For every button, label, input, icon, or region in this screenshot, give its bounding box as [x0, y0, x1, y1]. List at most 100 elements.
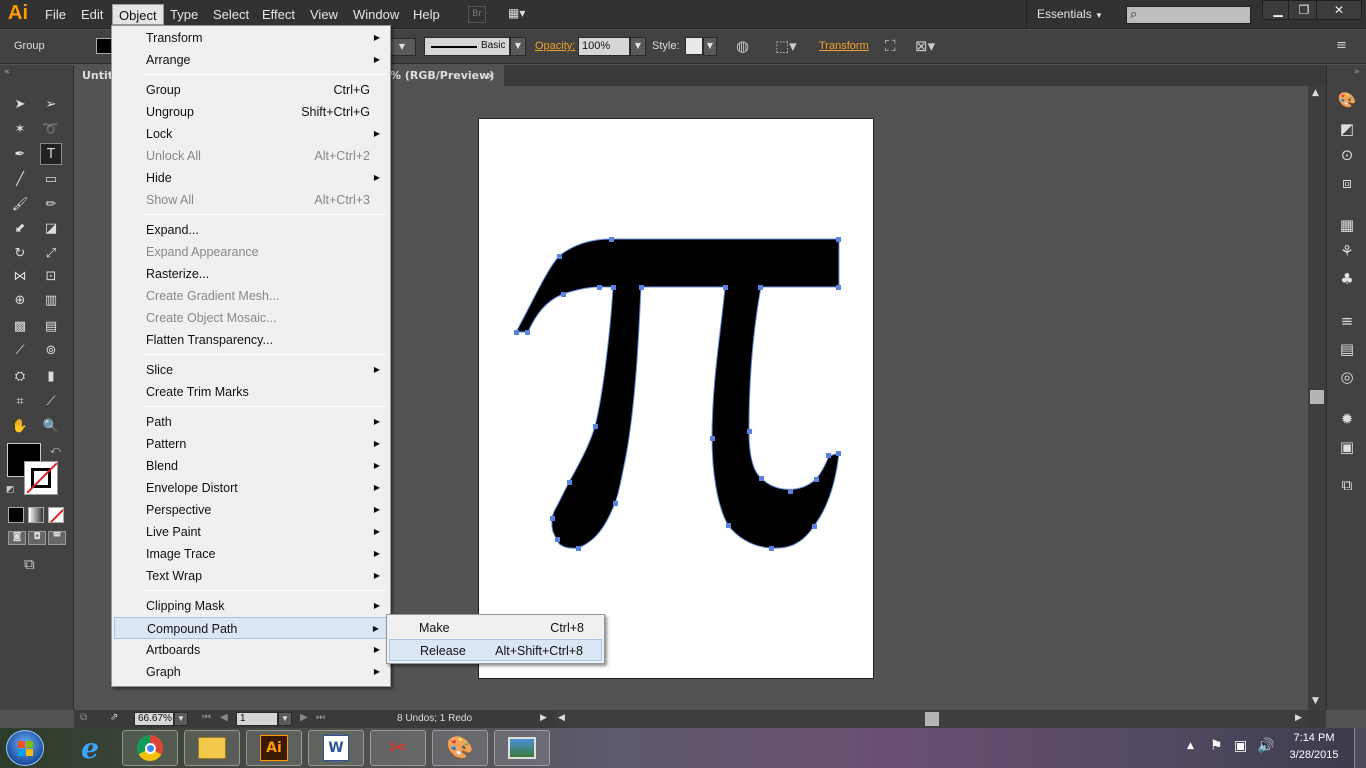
menu-item-flatten-transparency[interactable]: Flatten Transparency...: [114, 329, 388, 351]
menu-window[interactable]: Window: [347, 4, 405, 25]
show-desktop-button[interactable]: [1354, 728, 1366, 768]
paint-icon[interactable]: 🎨: [432, 730, 488, 766]
menu-item-expand[interactable]: Expand...: [114, 219, 388, 241]
menu-item-transform[interactable]: Transform ▶: [114, 27, 388, 49]
menu-edit[interactable]: Edit: [75, 4, 109, 25]
menu-item-path[interactable]: Path ▶: [114, 411, 388, 433]
start-button-icon[interactable]: [6, 730, 44, 766]
stroke-style-field[interactable]: Basic: [424, 37, 510, 56]
column-graph-tool-icon[interactable]: ▮: [40, 365, 62, 387]
last-artboard-icon[interactable]: ⏭: [316, 712, 325, 723]
control-panel-menu-icon[interactable]: ≡: [1336, 38, 1347, 53]
file-explorer-icon[interactable]: [184, 730, 240, 766]
menu-item-envelope-distort[interactable]: Envelope Distort ▶: [114, 477, 388, 499]
menu-object[interactable]: Object: [112, 4, 164, 25]
menu-item-text-wrap[interactable]: Text Wrap ▶: [114, 565, 388, 587]
mesh-tool-icon[interactable]: ▩: [9, 315, 31, 337]
scroll-down-icon[interactable]: ▼: [1312, 696, 1319, 706]
menu-item-ungroup[interactable]: Ungroup Shift+Ctrl+G: [114, 101, 388, 123]
width-tool-icon[interactable]: ⋈: [9, 265, 31, 287]
direct-selection-tool-icon[interactable]: ➢: [40, 93, 62, 115]
gradient-tool-icon[interactable]: ▤: [40, 315, 62, 337]
menu-help[interactable]: Help: [407, 4, 446, 25]
submenu-item-make[interactable]: Make Ctrl+8: [389, 617, 602, 639]
arrange-documents-icon[interactable]: ▦▾: [508, 6, 536, 23]
gradient-panel-icon[interactable]: ▤: [1337, 339, 1357, 359]
photo-viewer-icon[interactable]: [494, 730, 550, 766]
pathfinder-icon[interactable]: ⧉: [1337, 475, 1357, 495]
vertical-scrollbar[interactable]: ▲ ▼: [1308, 86, 1326, 710]
menu-item-pattern[interactable]: Pattern ▶: [114, 433, 388, 455]
artboard-dropdown[interactable]: ▼: [278, 712, 292, 726]
next-artboard-icon[interactable]: ▶: [300, 712, 308, 723]
zoom-dropdown[interactable]: ▼: [174, 712, 188, 726]
menu-item-slice[interactable]: Slice ▶: [114, 359, 388, 381]
paintbrush-tool-icon[interactable]: 🖌: [9, 193, 31, 215]
artboard[interactable]: [478, 118, 874, 679]
lasso-tool-icon[interactable]: ➰: [40, 118, 62, 140]
slice-tool-icon[interactable]: ⟋: [40, 390, 62, 412]
menu-item-lock[interactable]: Lock ▶: [114, 123, 388, 145]
horizontal-scroll-thumb[interactable]: [925, 712, 939, 726]
vertical-scroll-thumb[interactable]: [1310, 390, 1324, 404]
perspective-grid-tool-icon[interactable]: ▥: [40, 289, 62, 311]
scroll-up-icon[interactable]: ▲: [1312, 88, 1319, 98]
status-menu-icon[interactable]: ▶: [540, 712, 547, 723]
selection-tool-icon[interactable]: ➤: [9, 93, 31, 115]
artboard-number-field[interactable]: 1: [236, 712, 278, 726]
menu-item-arrange[interactable]: Arrange ▶: [114, 49, 388, 71]
menu-item-blend[interactable]: Blend ▶: [114, 455, 388, 477]
menu-item-rasterize[interactable]: Rasterize...: [114, 263, 388, 285]
illustrator-taskbar-icon[interactable]: Ai: [246, 730, 302, 766]
menu-item-compound-path[interactable]: Compound Path ▶: [114, 617, 388, 639]
show-hidden-icons-icon[interactable]: ▲: [1187, 741, 1194, 751]
rectangle-tool-icon[interactable]: ▭: [40, 168, 62, 190]
none-mode-icon[interactable]: [48, 507, 64, 523]
opacity-dropdown[interactable]: ▼: [630, 37, 646, 56]
network-icon[interactable]: ▣: [1234, 738, 1247, 754]
menu-view[interactable]: View: [304, 4, 344, 25]
align-to-icon[interactable]: ⬚▾: [775, 37, 797, 55]
draw-inside-icon[interactable]: ◚: [48, 531, 66, 545]
volume-icon[interactable]: 🔊: [1257, 738, 1274, 754]
draw-behind-icon[interactable]: ◘: [28, 531, 46, 545]
screen-mode-icon[interactable]: ⧉: [24, 555, 35, 573]
menu-item-image-trace[interactable]: Image Trace ▶: [114, 543, 388, 565]
arrange-options-icon[interactable]: ⊠▾: [915, 37, 935, 55]
recolor-artwork-icon[interactable]: ◍: [736, 37, 749, 55]
opacity-label[interactable]: Opacity:: [535, 40, 575, 52]
snipping-tool-icon[interactable]: ✂: [370, 730, 426, 766]
menu-item-hide[interactable]: Hide ▶: [114, 167, 388, 189]
close-tab-icon[interactable]: ×: [486, 65, 495, 86]
submenu-item-release[interactable]: Release Alt+Shift+Ctrl+8: [389, 639, 602, 661]
swap-colors-icon[interactable]: ⤺: [50, 445, 61, 456]
blend-tool-icon[interactable]: ⊚: [40, 339, 62, 361]
pen-tool-icon[interactable]: ✒: [9, 143, 31, 165]
layers-panel-icon[interactable]: ⧈: [1337, 173, 1357, 193]
scroll-right-icon[interactable]: ▶: [1295, 713, 1302, 723]
word-icon[interactable]: W: [308, 730, 364, 766]
hand-tool-icon[interactable]: ✋: [9, 415, 31, 437]
scroll-left-icon[interactable]: ◀: [558, 713, 565, 723]
clock-time[interactable]: 7:14 PM: [1284, 732, 1344, 744]
stroke-panel-icon[interactable]: ≡: [1337, 311, 1357, 331]
blob-brush-tool-icon[interactable]: ⬋: [9, 217, 31, 239]
draw-normal-icon[interactable]: ◙: [8, 531, 26, 545]
graphic-style-swatch[interactable]: [685, 37, 703, 55]
scale-tool-icon[interactable]: ⤢: [40, 242, 62, 264]
transform-link[interactable]: Transform: [819, 40, 869, 52]
pi-symbol-artwork[interactable]: [479, 119, 875, 680]
menu-file[interactable]: File: [39, 4, 72, 25]
symbols-panel-icon[interactable]: ♣: [1337, 269, 1357, 289]
free-transform-tool-icon[interactable]: ⊡: [40, 265, 62, 287]
share-icon[interactable]: ⇗: [110, 712, 118, 723]
color-mode-icon[interactable]: [8, 507, 24, 523]
pencil-tool-icon[interactable]: ✏: [40, 193, 62, 215]
color-panel-icon[interactable]: 🎨: [1337, 90, 1357, 110]
internet-explorer-icon[interactable]: e: [62, 730, 118, 766]
appearance-panel-icon[interactable]: ✹: [1337, 409, 1357, 429]
menu-item-live-paint[interactable]: Live Paint ▶: [114, 521, 388, 543]
opacity-field[interactable]: 100%: [578, 37, 630, 56]
shape-builder-tool-icon[interactable]: ⊕: [9, 289, 31, 311]
expand-panels-icon[interactable]: »: [1354, 67, 1360, 77]
